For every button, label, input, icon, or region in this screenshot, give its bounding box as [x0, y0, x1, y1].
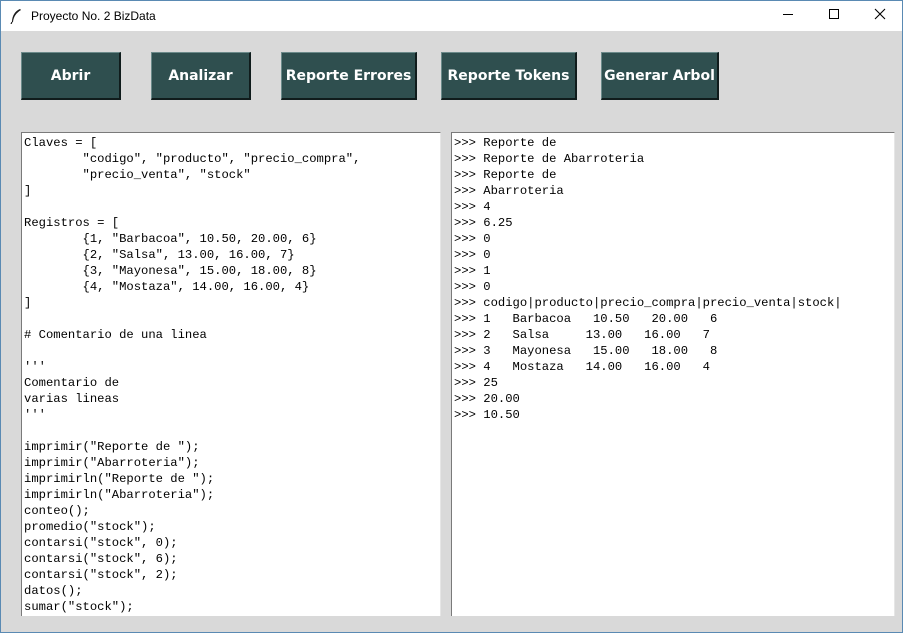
editor-line: promedio("stock"); [24, 520, 156, 534]
minimize-icon [782, 7, 794, 25]
generar-arbol-button[interactable]: Generar Arbol [601, 52, 719, 100]
maximize-button[interactable] [811, 1, 857, 31]
editor-line: ''' [24, 408, 46, 422]
editor-line: # Comentario de una linea [24, 328, 207, 342]
console-line: >>> 1 Barbacoa 10.50 20.00 6 [454, 312, 718, 326]
console-line: >>> 0 [454, 248, 491, 262]
console-line: >>> 10.50 [454, 408, 520, 422]
editor-line: contarsi("stock", 2); [24, 568, 178, 582]
reporte-errores-button[interactable]: Reporte Errores [281, 52, 417, 100]
close-button[interactable] [857, 1, 902, 31]
console-line: >>> 2 Salsa 13.00 16.00 7 [454, 328, 710, 342]
editor-line: Registros = [ [24, 216, 120, 230]
editor-line: "precio_venta", "stock" [24, 168, 251, 182]
console-line: >>> 0 [454, 232, 491, 246]
editor-line: imprimirln("Abarroteria"); [24, 488, 215, 502]
console-line: >>> 0 [454, 280, 491, 294]
code-editor[interactable]: Claves = [ "codigo", "producto", "precio… [21, 132, 441, 616]
console-line: >>> 25 [454, 376, 498, 390]
editor-line: imprimir("Abarroteria"); [24, 456, 200, 470]
editor-line: Claves = [ [24, 136, 98, 150]
console-line: >>> 3 Mayonesa 15.00 18.00 8 [454, 344, 718, 358]
editor-line: {2, "Salsa", 13.00, 16.00, 7} [24, 248, 295, 262]
editor-line: ''' [24, 360, 46, 374]
abrir-button[interactable]: Abrir [21, 52, 121, 100]
feather-icon [9, 8, 23, 25]
editor-line: {4, "Mostaza", 14.00, 16.00, 4} [24, 280, 310, 294]
editor-line: Comentario de [24, 376, 120, 390]
close-icon [874, 7, 886, 25]
console-line: >>> Reporte de [454, 136, 557, 150]
editor-line: datos(); [24, 584, 83, 598]
console-lines: >>> Reporte de >>> Reporte de Abarroteria… [452, 133, 894, 423]
editor-line: "codigo", "producto", "precio_compra", [24, 152, 361, 166]
window-title: Proyecto No. 2 BizData [31, 9, 156, 23]
console-line: >>> Reporte de [454, 168, 557, 182]
analizar-button[interactable]: Analizar [151, 52, 251, 100]
editor-line: varias lineas [24, 392, 120, 406]
minimize-button[interactable] [765, 1, 811, 31]
editor-line: conteo(); [24, 504, 90, 518]
reporte-tokens-button[interactable]: Reporte Tokens [441, 52, 577, 100]
editor-line: imprimir("Reporte de "); [24, 440, 200, 454]
editor-line: imprimirln("Reporte de "); [24, 472, 215, 486]
editor-line: ] [24, 296, 32, 310]
editor-line: contarsi("stock", 0); [24, 536, 178, 550]
output-console[interactable]: >>> Reporte de >>> Reporte de Abarroteria… [451, 132, 895, 616]
editor-line: sumar("stock"); [24, 600, 134, 614]
console-line: >>> Reporte de Abarroteria [454, 152, 645, 166]
editor-line: ] [24, 184, 32, 198]
maximize-icon [828, 7, 840, 25]
console-line: >>> 4 [454, 200, 491, 214]
app-window: Proyecto No. 2 BizData Abrir Analizar Re… [0, 0, 903, 633]
editor-lines: Claves = [ "codigo", "producto", "precio… [22, 133, 440, 615]
console-line: >>> 20.00 [454, 392, 520, 406]
console-line: >>> codigo|producto|precio_compra|precio… [454, 296, 842, 310]
title-bar[interactable]: Proyecto No. 2 BizData [1, 1, 902, 31]
editor-line: {1, "Barbacoa", 10.50, 20.00, 6} [24, 232, 317, 246]
console-line: >>> 6.25 [454, 216, 513, 230]
editor-line: contarsi("stock", 6); [24, 552, 178, 566]
console-line: >>> 4 Mostaza 14.00 16.00 4 [454, 360, 710, 374]
editor-line: {3, "Mayonesa", 15.00, 18.00, 8} [24, 264, 317, 278]
console-line: >>> Abarroteria [454, 184, 564, 198]
console-line: >>> 1 [454, 264, 491, 278]
